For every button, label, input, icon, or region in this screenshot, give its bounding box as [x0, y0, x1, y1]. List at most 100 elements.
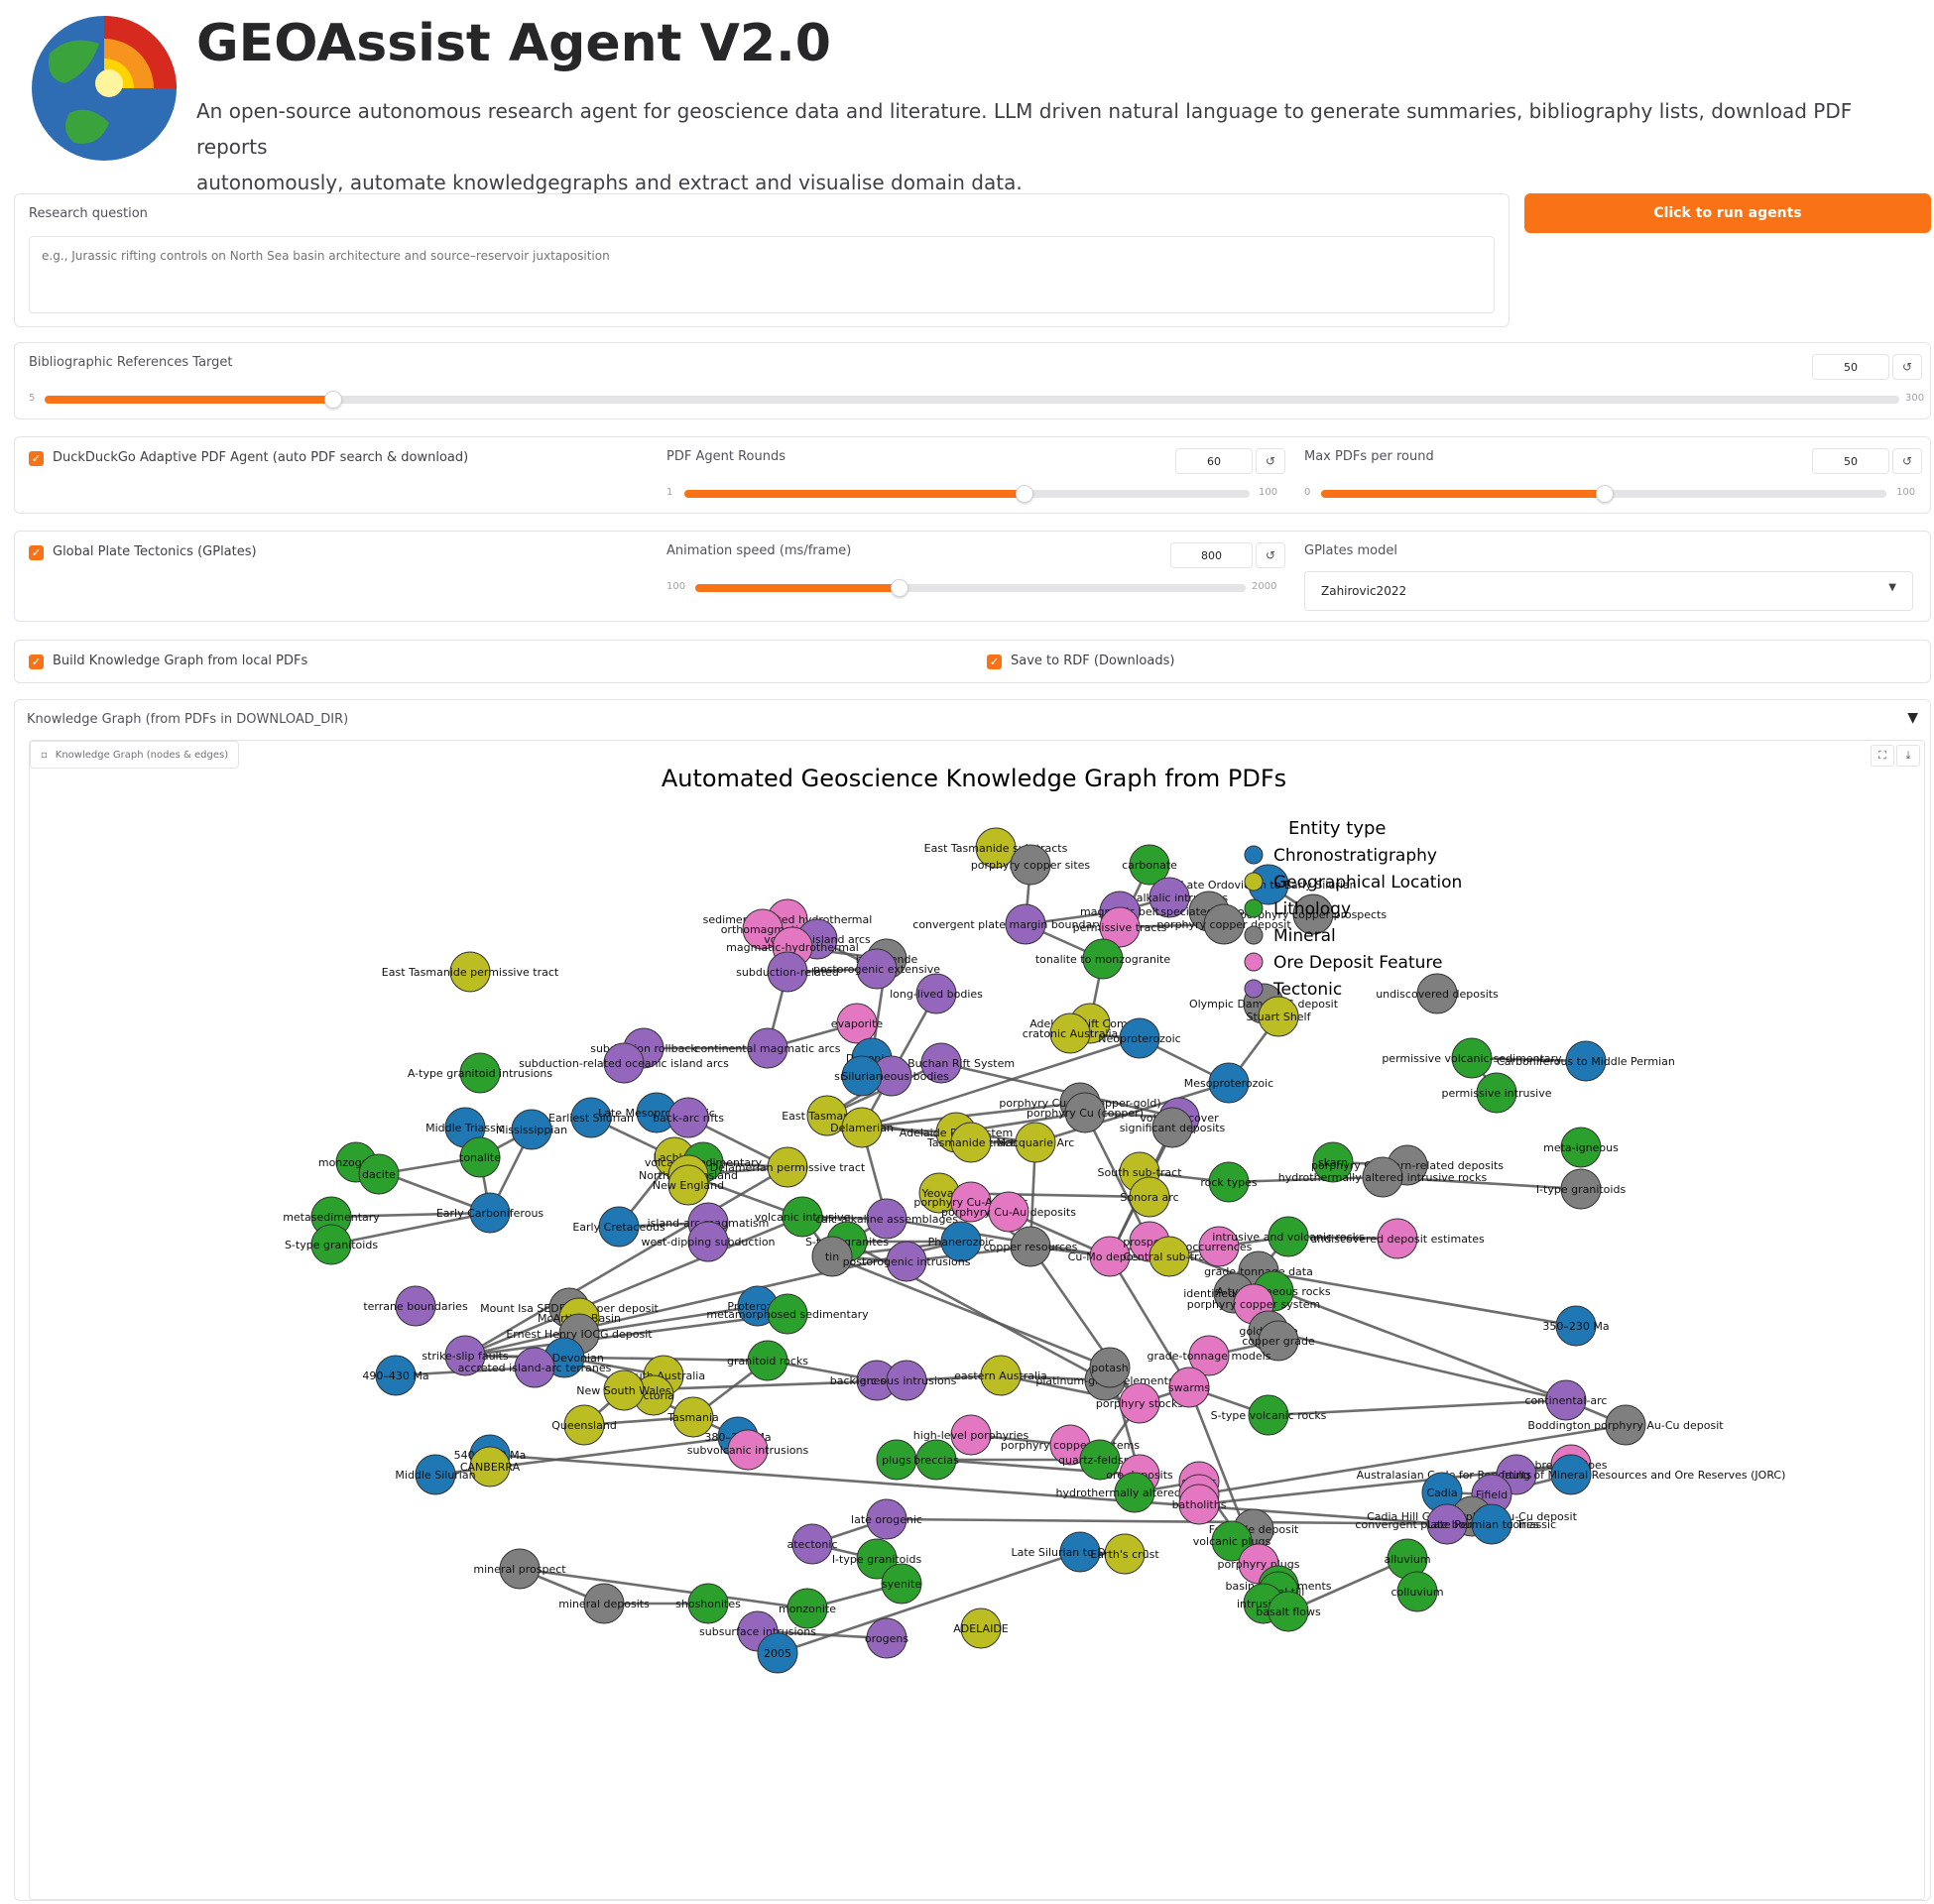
legend-marker — [1244, 872, 1264, 892]
graph-node: 490–430 Ma — [362, 1355, 429, 1396]
kg-options-card: ✓ Build Knowledge Graph from local PDFs … — [14, 640, 1931, 683]
description-line-1: An open-source autonomous research agent… — [196, 99, 1853, 159]
graph-node-label: subsurface intrusions — [699, 1625, 816, 1638]
graph-node-label: late orogenic — [851, 1513, 922, 1526]
graph-node-label: mineral deposits — [558, 1598, 650, 1610]
graph-node: orogens — [865, 1617, 908, 1659]
pdf-rounds-reset-button[interactable]: ↺ — [1256, 448, 1285, 474]
graph-node-label: Cadia — [1426, 1487, 1457, 1499]
animation-speed-slider-fill — [695, 584, 900, 592]
kg-accordion: Knowledge Graph (from PDFs in DOWNLOAD_D… — [14, 699, 1931, 1901]
animation-speed-number[interactable]: 800 — [1170, 542, 1253, 568]
graph-node-label: ADELAIDE — [953, 1622, 1009, 1635]
graph-node: Queensland — [551, 1404, 617, 1446]
graph-node: long-lived bodies — [890, 973, 983, 1014]
legend-marker — [1244, 952, 1264, 972]
max-pdfs-slider-fill — [1321, 490, 1604, 498]
graph-node-label: permissive intrusive — [1441, 1087, 1551, 1100]
graph-node: tonalite — [459, 1136, 501, 1178]
graph-node-label: terrane boundaries — [363, 1300, 468, 1313]
animation-speed-slider-handle[interactable] — [891, 579, 909, 597]
app-logo — [30, 14, 179, 163]
research-question-label: Research question — [29, 206, 148, 221]
build-kg-checkbox[interactable]: ✓ — [29, 654, 44, 669]
graph-node-label: postorogenic intrusions — [843, 1255, 971, 1268]
chevron-down-icon: ▼ — [1888, 582, 1896, 593]
max-pdfs-slider[interactable] — [1321, 485, 1886, 503]
research-question-input[interactable] — [29, 236, 1495, 313]
graph-node-label: New South Wales — [576, 1384, 671, 1397]
graph-node-label: metasedimentary — [283, 1211, 380, 1224]
biblio-target-number[interactable]: 50 — [1812, 354, 1889, 380]
graph-node-label: long-lived bodies — [890, 988, 983, 1001]
pdf-agent-checkbox[interactable]: ✓ — [29, 451, 44, 466]
graph-node-label: I-type granitoids — [1536, 1183, 1627, 1196]
graph-node-label: monzonite — [779, 1603, 836, 1615]
graph-node-label: breccias — [913, 1454, 959, 1467]
graph-node-label: I-type granitoids — [832, 1553, 922, 1566]
biblio-slider[interactable] — [45, 391, 1899, 409]
gplates-model-label: GPlates model — [1304, 543, 1397, 558]
biblio-slider-fill — [45, 396, 332, 404]
graph-node-label: Carboniferous to Middle Permian — [1497, 1055, 1675, 1068]
graph-node-label: copper resources — [984, 1241, 1078, 1253]
max-pdfs-label: Max PDFs per round — [1304, 449, 1434, 464]
pdf-rounds-number[interactable]: 60 — [1175, 448, 1253, 474]
graph-node: potash — [1089, 1347, 1131, 1388]
graph-node-label: Queensland — [551, 1419, 617, 1432]
biblio-slider-handle[interactable] — [323, 391, 342, 409]
gplates-checkbox[interactable]: ✓ — [29, 545, 44, 560]
build-kg-label: Build Knowledge Graph from local PDFs — [53, 654, 308, 668]
kg-plot-container: ▫ Knowledge Graph (nodes & edges) ⛶ ⤓ Au… — [29, 740, 1925, 1900]
gplates-model-select[interactable]: Zahirovic2022 ▼ — [1304, 571, 1913, 611]
graph-node-label: potash — [1091, 1362, 1128, 1374]
graph-node: granitoid rocks — [727, 1340, 808, 1381]
graph-node-label: Australasian Code for Reporting of Miner… — [1357, 1469, 1786, 1482]
pdf-rounds-slider[interactable] — [684, 485, 1250, 503]
graph-node-label: Ernest Henry IOCG deposit — [506, 1328, 653, 1341]
biblio-reset-button[interactable]: ↺ — [1892, 354, 1922, 380]
gplates-label: Global Plate Tectonics (GPlates) — [53, 544, 257, 559]
graph-node-label: porphyry stocks — [1096, 1397, 1183, 1410]
graph-node-label: 490–430 Ma — [362, 1369, 428, 1382]
legend-entry: Lithology — [1273, 899, 1351, 919]
graph-node-label: Stuart Shelf — [1247, 1011, 1312, 1023]
graph-node-label: tonalite to monzogranite — [1035, 953, 1170, 966]
graph-node-label: back-arc rifts — [653, 1112, 724, 1125]
graph-node-label: igneous intrusions — [857, 1374, 957, 1387]
research-question-card: Research question — [14, 193, 1510, 327]
graph-node-label: alluvium — [1384, 1553, 1430, 1566]
max-pdfs-min: 0 — [1304, 487, 1311, 498]
graph-node-label: meta-igneous — [1543, 1141, 1619, 1154]
graph-node-label: porphyry Cu-Au deposits — [941, 1206, 1076, 1219]
animation-speed-reset-button[interactable]: ↺ — [1256, 542, 1285, 568]
pdf-rounds-max: 100 — [1259, 487, 1278, 498]
reset-icon: ↺ — [1265, 548, 1276, 562]
graph-node: plugs — [876, 1439, 917, 1481]
animation-speed-slider[interactable] — [695, 579, 1246, 597]
save-rdf-checkbox[interactable]: ✓ — [987, 654, 1002, 669]
max-pdfs-slider-handle[interactable] — [1596, 485, 1614, 503]
run-agents-button[interactable]: Click to run agents — [1524, 193, 1931, 233]
reset-icon: ↺ — [1265, 454, 1276, 468]
graph-node-label: mineral prospect — [473, 1563, 566, 1576]
biblio-target-label: Bibliographic References Target — [29, 355, 233, 370]
graph-node: permissive intrusive — [1441, 1072, 1552, 1114]
graph-node-label: porphyry copper deposit — [1156, 918, 1291, 931]
graph-node-label: continental-arc — [1525, 1394, 1608, 1407]
max-pdfs-reset-button[interactable]: ↺ — [1892, 448, 1922, 474]
chart-title: Automated Geoscience Knowledge Graph fro… — [662, 765, 1286, 792]
graph-node-label: batholiths — [1172, 1498, 1227, 1511]
graph-edge — [831, 1254, 1111, 1369]
pdf-rounds-slider-handle[interactable] — [1016, 485, 1033, 503]
kg-accordion-header[interactable]: Knowledge Graph (from PDFs in DOWNLOAD_D… — [15, 700, 1932, 740]
graph-node-label: Earth's crust — [1090, 1548, 1159, 1561]
graph-node-label: dacite — [362, 1168, 396, 1181]
graph-node: terrane boundaries — [363, 1285, 468, 1327]
image-icon: ▫ — [41, 749, 48, 761]
graph-node: Middle Triassic — [425, 1107, 505, 1148]
legend-entry: Mineral — [1273, 926, 1336, 946]
graph-node-label: 350–230 Ma — [1542, 1320, 1609, 1333]
max-pdfs-number[interactable]: 50 — [1812, 448, 1889, 474]
animation-speed-min: 100 — [666, 581, 686, 592]
